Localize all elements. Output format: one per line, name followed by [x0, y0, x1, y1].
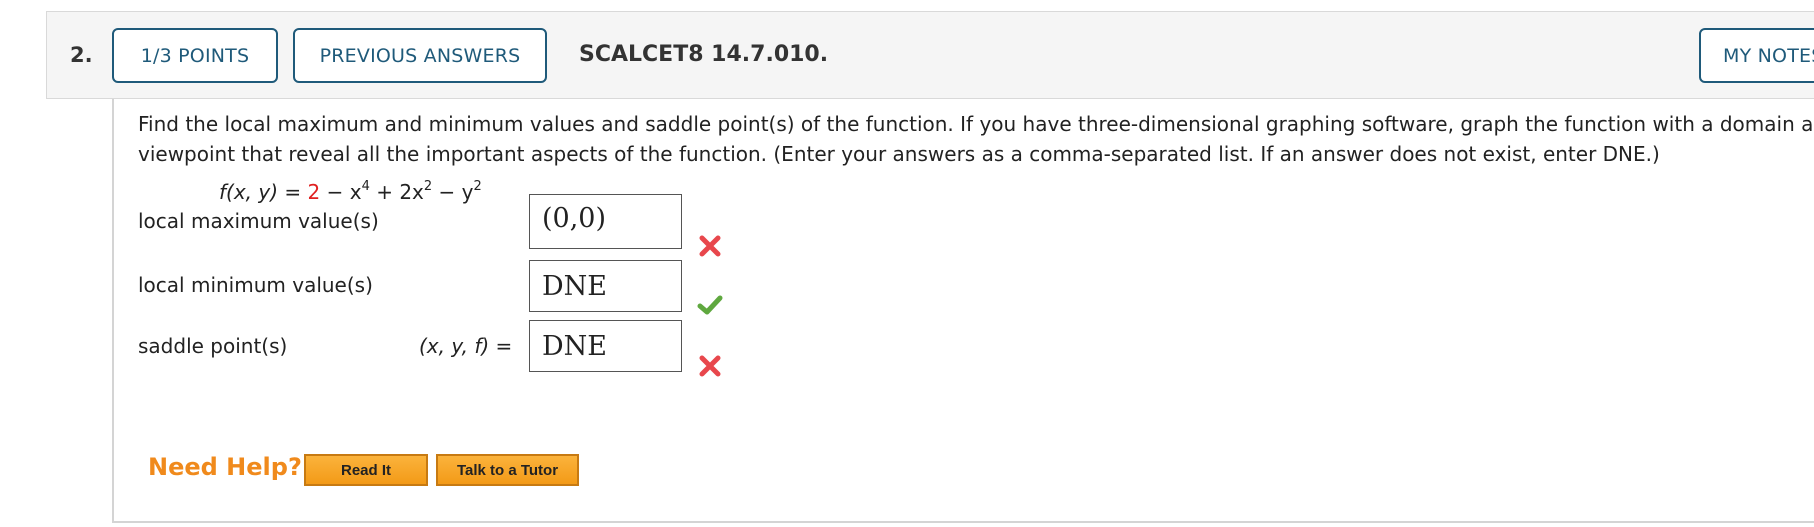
formula-exp-2: 2	[423, 179, 433, 194]
talk-to-tutor-button[interactable]: Talk to a Tutor	[436, 454, 579, 486]
formula-equals: =	[278, 180, 308, 204]
saddle-point-input[interactable]: DNE	[529, 320, 682, 372]
formula-term-3: − y	[432, 180, 474, 204]
question-text-line-1: Find the local maximum and minimum value…	[138, 112, 1814, 136]
read-it-button[interactable]: Read It	[304, 454, 428, 486]
function-formula: f(x, y) = 2 − x4 + 2x2 − y2	[219, 179, 482, 204]
saddle-point-label: saddle point(s)	[138, 334, 288, 358]
x-mark-icon	[699, 355, 721, 377]
formula-term-2: + 2x	[369, 180, 424, 204]
formula-term-1: − x	[320, 180, 362, 204]
local-min-label: local minimum value(s)	[138, 273, 373, 297]
formula-constant: 2	[307, 180, 321, 204]
points-button[interactable]: 1/3 POINTS	[112, 28, 278, 83]
formula-exp-1: 4	[361, 179, 370, 194]
saddle-point-prefix: (x, y, f) =	[419, 334, 512, 358]
question-header: 2. 1/3 POINTS PREVIOUS ANSWERS SCALCET8 …	[46, 11, 1814, 99]
local-max-label: local maximum value(s)	[138, 209, 379, 233]
formula-exp-3: 2	[473, 179, 482, 194]
previous-answers-button[interactable]: PREVIOUS ANSWERS	[293, 28, 547, 83]
question-body: Find the local maximum and minimum value…	[112, 99, 1814, 523]
question-id: SCALCET8 14.7.010.	[579, 42, 829, 67]
question-text: Find the local maximum and minimum value…	[138, 109, 1814, 169]
formula-lhs: f(x, y)	[219, 180, 279, 204]
checkmark-icon	[697, 295, 723, 315]
saddle-point-prefix-text: (x, y, f) =	[419, 334, 513, 358]
question-text-line-2: viewpoint that reveal all the important …	[138, 142, 1660, 166]
local-min-input[interactable]: DNE	[529, 260, 682, 312]
x-mark-icon	[699, 235, 721, 257]
need-help-title: Need Help?	[148, 453, 302, 481]
local-max-input[interactable]: (0,0)	[529, 194, 682, 249]
my-notes-button[interactable]: MY NOTES	[1699, 28, 1814, 83]
question-number: 2.	[70, 43, 93, 67]
